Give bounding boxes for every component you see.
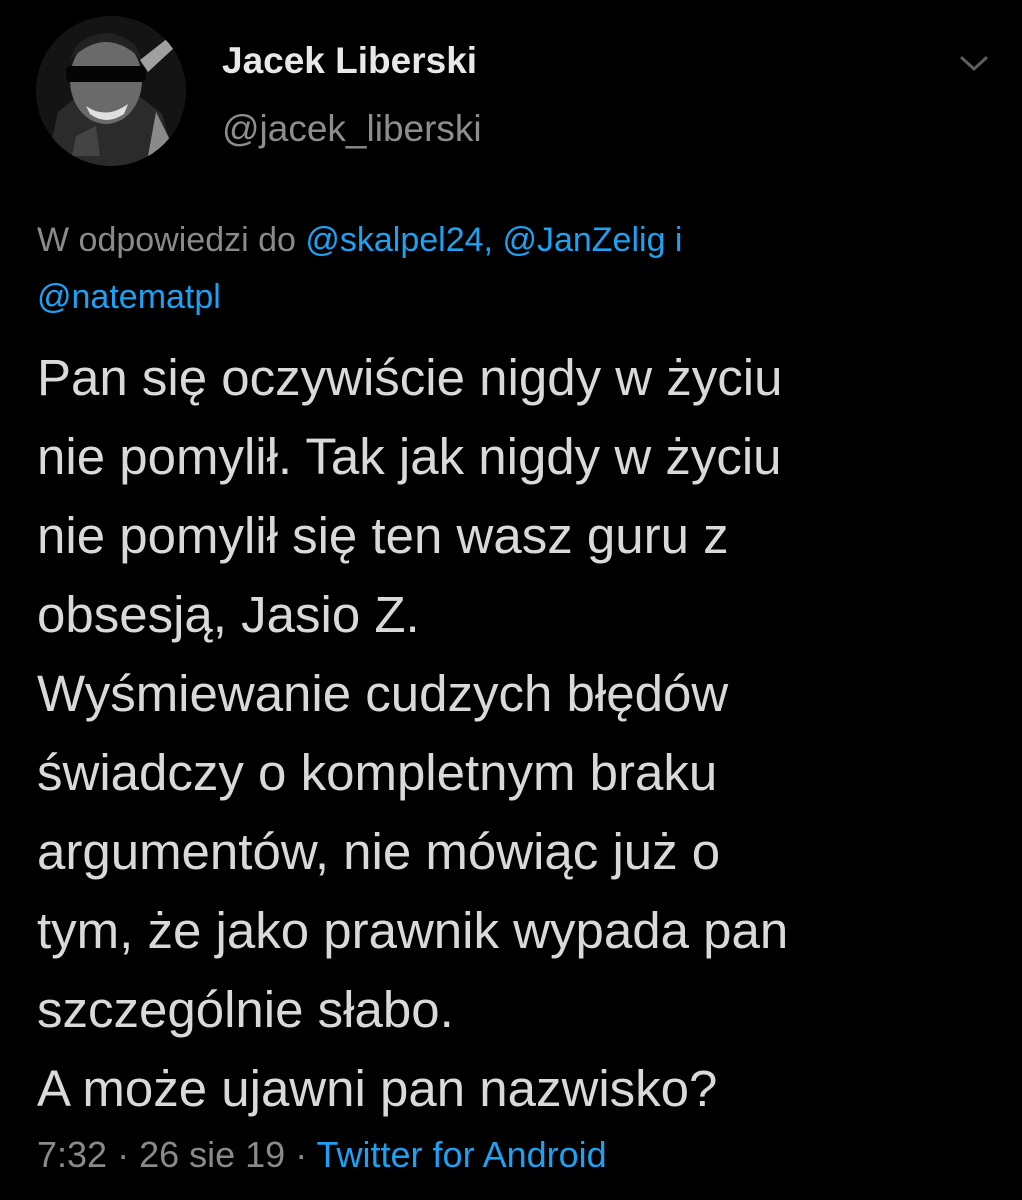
tweet-line: obsesją, Jasio Z. xyxy=(37,586,420,643)
tweet-line: Pan się oczywiście nigdy w życiu xyxy=(37,349,783,406)
tweet-time[interactable]: 7:32 xyxy=(37,1134,107,1175)
tweet-line: nie pomylił się ten wasz guru z xyxy=(37,507,729,564)
tweet-line: nie pomylił. Tak jak nigdy w życiu xyxy=(37,428,782,485)
tweet-text: Pan się oczywiście nigdy w życiu nie pom… xyxy=(37,338,997,1128)
display-name[interactable]: Jacek Liberski xyxy=(222,40,477,82)
tweet-line: tym, że jako prawnik wypada pan xyxy=(37,902,789,959)
tweet-line: Wyśmiewanie cudzych błędów xyxy=(37,665,729,722)
mention-natematpl[interactable]: @natematpl xyxy=(37,278,221,316)
profile-photo-icon xyxy=(36,16,186,166)
meta-separator: · xyxy=(107,1134,140,1175)
tweet-line: świadczy o kompletnym braku xyxy=(37,744,718,801)
tweet-source-link[interactable]: Twitter for Android xyxy=(317,1134,607,1175)
tweet-line: szczególnie słabo. xyxy=(37,981,454,1038)
meta-separator: · xyxy=(285,1134,317,1175)
mention-skalpel24[interactable]: @skalpel24, xyxy=(305,221,493,259)
mention-janzelig[interactable]: @JanZelig xyxy=(502,221,665,259)
reply-context: W odpowiedzi do @skalpel24, @JanZelig i … xyxy=(37,212,987,326)
avatar[interactable] xyxy=(36,16,186,166)
user-handle[interactable]: @jacek_liberski xyxy=(222,108,482,150)
tweet-line: A może ujawni pan nazwisko? xyxy=(37,1060,718,1117)
tweet-line: argumentów, nie mówiąc już o xyxy=(37,823,721,880)
tweet-meta: 7:32 · 26 sie 19 · Twitter for Android xyxy=(37,1134,607,1176)
tweet-date[interactable]: 26 sie 19 xyxy=(139,1134,285,1175)
chevron-down-icon xyxy=(960,56,988,71)
more-options-button[interactable] xyxy=(952,46,996,82)
reply-prefix: W odpowiedzi do xyxy=(37,221,306,259)
reply-conjunction: i xyxy=(665,221,683,259)
